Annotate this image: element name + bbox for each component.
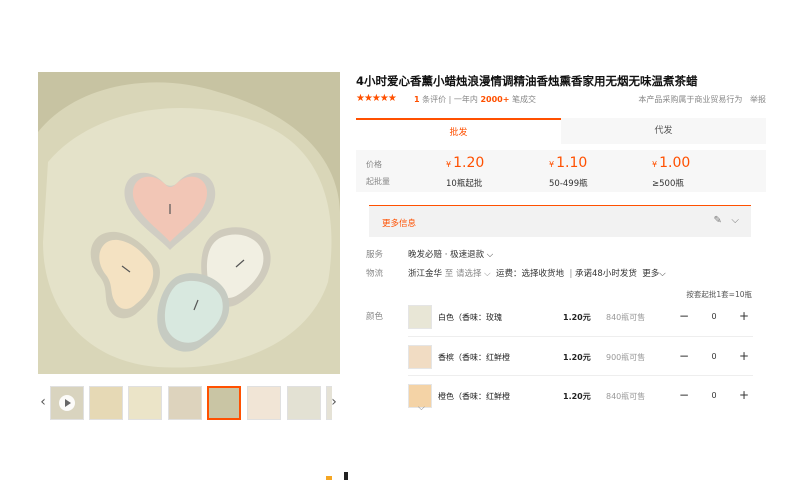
play-icon [59, 395, 75, 411]
review-count[interactable]: 1 [414, 95, 420, 104]
sku-stock: 840瓶可售 [606, 313, 646, 322]
heart-candles-image [38, 72, 340, 374]
star-rating-icon: ★★★★★ [356, 93, 397, 104]
product-title: 4小时爱心香薰小蜡烛浪漫情调精油香烛熏香家用无烟无味温煮茶蜡 [356, 74, 698, 88]
qty-label: 起批量 [366, 177, 390, 186]
sold-count: 2000+ [480, 95, 510, 104]
tab-wholesale[interactable]: 批发 [356, 118, 561, 144]
main-product-image[interactable] [38, 72, 340, 374]
increment-button[interactable]: + [735, 307, 753, 325]
price-label: 价格 [366, 160, 382, 169]
ship-promise: 承诺48小时发货 [575, 269, 637, 279]
expand-chevron-icon[interactable]: ⌵ [418, 403, 425, 413]
year-label: 一年内 [453, 95, 478, 104]
price-tier-box: 价格 起批量 ¥1.20 10瓶起批 ¥1.10 50-499瓶 ¥1.00 ≥… [356, 150, 766, 192]
decrement-button[interactable]: − [675, 347, 693, 365]
thumbnail-4[interactable] [168, 386, 202, 420]
tier-3-range: ≥500瓶 [652, 179, 684, 189]
tier-2-price: ¥1.10 [549, 155, 588, 171]
logistics-label: 物流 [366, 269, 384, 279]
sku-swatch[interactable] [408, 305, 432, 329]
sold-label: 笔成交 [511, 95, 536, 104]
thumbnail-7[interactable] [287, 386, 321, 420]
quantity-input[interactable] [700, 349, 728, 363]
trade-note-group: 本产品采购属于商业贸易行为 举报 [638, 94, 766, 105]
logistics-row: 物流 浙江金华 至 请选择 ⌵ 运费：选择收货地 | 承诺48小时发货 更多⌵ [366, 267, 746, 281]
combo-note: 按套起批1套=10瓶 [686, 290, 752, 299]
rating-row: ★★★★★ 1 条评价 | 一年内 2000+ 笔成交 本产品采购属于商业贸易行… [356, 93, 766, 107]
tier-1-price: ¥1.20 [446, 155, 485, 171]
sku-name: 橙色（香味：红鲜橙 [438, 392, 510, 401]
report-link[interactable]: 举报 [750, 95, 766, 104]
thumbnail-6[interactable] [247, 386, 281, 420]
tab-dropship[interactable]: 代发 [561, 118, 766, 144]
increment-button[interactable]: + [735, 347, 753, 365]
service-label: 服务 [366, 250, 384, 260]
rating-summary: 1 条评价 | 一年内 2000+ 笔成交 [414, 94, 536, 105]
sku-stock: 900瓶可售 [606, 353, 646, 362]
sku-price: 1.20元 [563, 353, 591, 362]
increment-button[interactable]: + [735, 386, 753, 404]
purchase-mode-tabs: 批发 代发 [356, 118, 766, 144]
trade-note: 本产品采购属于商业贸易行为 [638, 95, 743, 104]
sku-swatch[interactable] [408, 345, 432, 369]
thumbnail-video[interactable] [50, 386, 84, 420]
thumbnail-5-active[interactable] [207, 386, 241, 420]
tier-1-range: 10瓶起批 [446, 179, 483, 189]
more-link[interactable]: 更多⌵ [642, 269, 665, 279]
more-info-icons: ✎ ⌵ [713, 215, 739, 226]
sku-stock: 840瓶可售 [606, 392, 646, 401]
thumbnail-strip: ‹ › [38, 384, 340, 422]
logistics-details: 浙江金华 至 请选择 ⌵ 运费：选择收货地 | 承诺48小时发货 更多⌵ [408, 269, 666, 279]
decrement-button[interactable]: − [675, 307, 693, 325]
divider [408, 336, 753, 337]
thumb-prev-arrow-icon[interactable]: ‹ [38, 392, 48, 412]
to-label: 至 [444, 269, 454, 279]
quantity-input[interactable] [700, 309, 728, 323]
sku-name: 香槟（香味：红鲜橙 [438, 353, 510, 362]
divider [408, 375, 753, 376]
sku-price: 1.20元 [563, 313, 591, 322]
quantity-input[interactable] [700, 388, 728, 402]
thumb-next-arrow-icon[interactable]: › [329, 392, 339, 412]
thumbnail-3[interactable] [128, 386, 162, 420]
sku-price: 1.20元 [563, 392, 591, 401]
color-label: 颜色 [366, 312, 384, 322]
divider: | [448, 95, 452, 104]
edit-icon[interactable]: ✎ [713, 215, 721, 226]
chevron-down-icon[interactable]: ⌵ [731, 215, 739, 226]
destination-select[interactable]: 请选择 [456, 269, 482, 279]
decrement-button[interactable]: − [675, 386, 693, 404]
bottom-partial-icon [326, 472, 348, 480]
tier-3-price: ¥1.00 [652, 155, 691, 171]
service-row: 服务 晚发必赔 · 极速退款 ⌵ [366, 248, 746, 262]
review-label[interactable]: 条评价 [422, 95, 446, 104]
thumbnail-2[interactable] [89, 386, 123, 420]
more-info-bar[interactable]: 更多信息 ✎ ⌵ [369, 205, 751, 237]
more-info-label[interactable]: 更多信息 [382, 217, 416, 229]
sku-name: 白色（香味：玫瑰 [438, 313, 502, 322]
product-detail-page: ‹ › 4小时爱心香薰小蜡烛浪漫情调精油香烛熏香家用无烟无味温煮茶蜡 ★★★★★… [0, 0, 800, 480]
service-value[interactable]: 晚发必赔 · 极速退款 ⌵ [408, 248, 493, 260]
tier-2-range: 50-499瓶 [549, 179, 588, 189]
shipping-fee: 运费：选择收货地 [496, 269, 565, 279]
origin: 浙江金华 [408, 269, 443, 279]
sku-row: 橙色（香味：红鲜橙 1.20元 840瓶可售 − + [408, 384, 753, 420]
chevron-down-icon[interactable]: ⌵ [484, 269, 490, 279]
